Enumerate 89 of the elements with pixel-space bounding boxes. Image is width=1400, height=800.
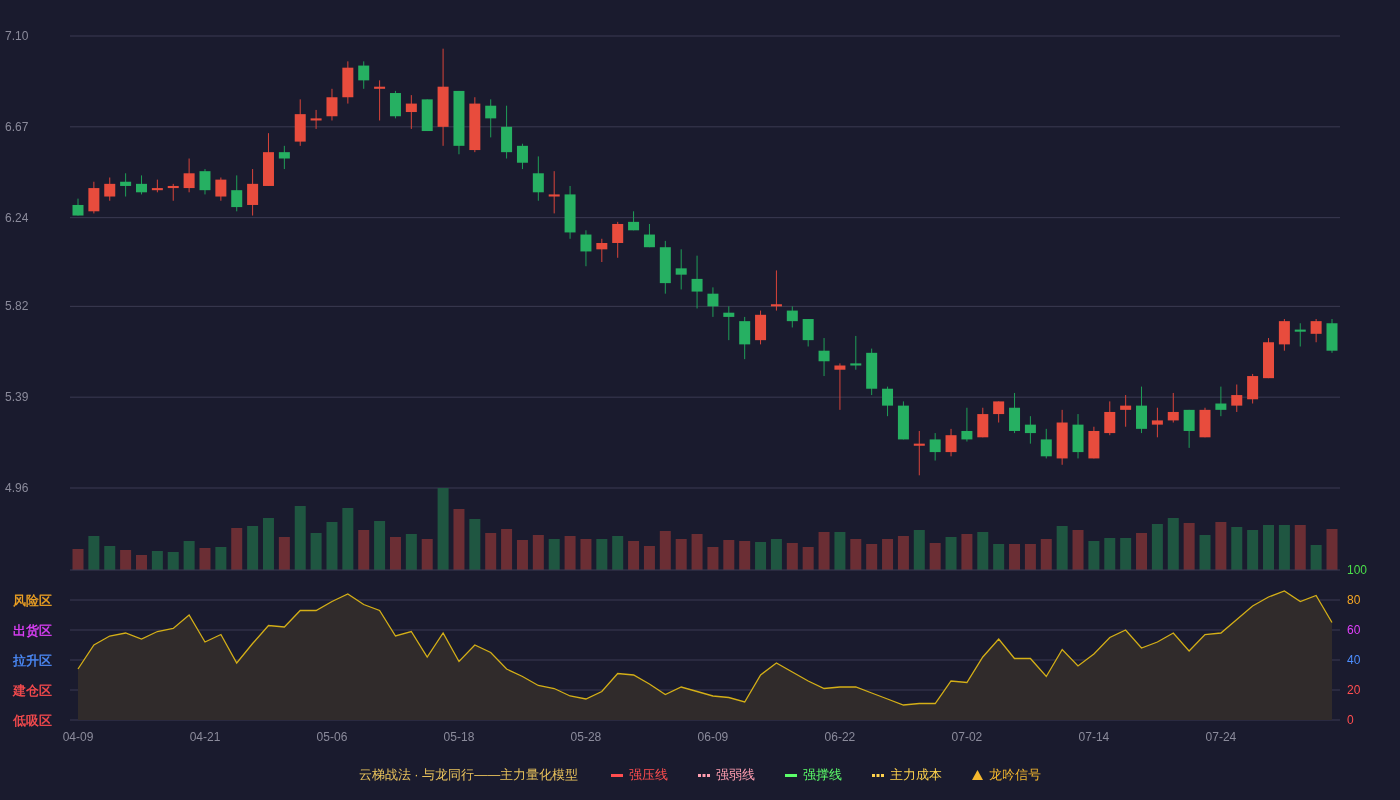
candlestick — [199, 168, 211, 195]
candlestick — [707, 286, 719, 318]
indicator-axis-label: 60 — [1347, 623, 1361, 637]
legend-item[interactable]: 强压线 — [611, 766, 669, 784]
zone-label: 风险区 — [13, 592, 52, 608]
candlestick — [1231, 384, 1243, 413]
candlestick — [612, 221, 624, 259]
candlestick — [183, 158, 195, 193]
candlestick — [1136, 386, 1148, 434]
candlestick — [786, 305, 798, 328]
candlestick — [1310, 318, 1322, 343]
price-axis-label: 6.24 — [5, 210, 29, 225]
candlestick — [802, 318, 814, 347]
candlestick — [532, 155, 544, 202]
candlestick — [1247, 373, 1259, 405]
candlestick — [691, 255, 703, 309]
candlestick — [1183, 409, 1195, 449]
legend-title: 云梯战法 · 与龙同行——主力量化模型 — [358, 766, 579, 784]
date-axis-label: 07-02 — [951, 730, 983, 744]
price-axis-label: 5.82 — [5, 299, 29, 314]
candlestick — [723, 305, 735, 341]
legend-item[interactable]: 龙吟信号 — [972, 766, 1042, 784]
legend-item[interactable]: 主力成本 — [872, 766, 943, 784]
zone-label: 出货区 — [13, 622, 52, 638]
candlestick — [278, 145, 290, 170]
candlestick — [834, 362, 846, 411]
candlestick — [818, 337, 830, 377]
candlestick — [1104, 400, 1116, 436]
indicator-axis-label: 40 — [1347, 653, 1361, 667]
zone-label: 建仓区 — [13, 682, 52, 698]
date-axis-label: 04-09 — [62, 730, 94, 744]
legend-item[interactable]: 强撑线 — [785, 766, 843, 784]
zone-label: 拉升区 — [13, 652, 52, 668]
candlestick — [247, 168, 259, 217]
candlestick — [1278, 318, 1290, 352]
candlestick — [516, 143, 528, 170]
price-axis-label: 4.96 — [5, 481, 29, 495]
candlestick — [1294, 322, 1306, 347]
candlestick — [1009, 392, 1021, 434]
candlestick — [993, 400, 1005, 424]
candlestick — [135, 174, 147, 195]
candlestick — [675, 248, 687, 290]
candlestick — [596, 238, 608, 263]
candlestick — [215, 177, 227, 202]
candlestick — [358, 60, 370, 90]
candlestick — [770, 269, 782, 312]
indicator-axis-label: 20 — [1347, 683, 1361, 697]
candlestick — [977, 407, 989, 438]
indicator-axis-label: 100 — [1347, 563, 1368, 577]
candlestick — [88, 181, 100, 214]
candlestick — [961, 407, 973, 443]
legend-item[interactable]: 强弱线 — [698, 766, 756, 784]
date-axis-label: 07-14 — [1078, 730, 1110, 744]
candlestick — [882, 386, 894, 417]
candlestick — [945, 428, 957, 457]
indicator-axis-label: 0 — [1347, 713, 1354, 727]
price-axis-label: 6.67 — [5, 119, 29, 134]
price-axis-label: 5.39 — [5, 390, 29, 405]
date-axis-label: 05-28 — [570, 730, 602, 744]
candlestick — [1120, 394, 1132, 428]
zone-label: 低吸区 — [13, 712, 52, 728]
candlestick — [374, 79, 386, 121]
candlestick — [389, 90, 401, 119]
candlestick — [913, 430, 925, 476]
date-axis-label: 06-09 — [697, 730, 729, 744]
date-axis-label: 05-06 — [316, 730, 348, 744]
candlestick — [850, 335, 862, 371]
candlestick — [1167, 392, 1179, 424]
candlestick — [548, 170, 560, 214]
date-axis-label: 04-21 — [189, 730, 221, 744]
candlestick — [405, 94, 417, 130]
candlestick — [1040, 428, 1052, 459]
candlestick — [580, 229, 592, 267]
date-axis-label: 06-22 — [824, 730, 856, 744]
candlestick — [310, 109, 322, 130]
candlestick — [1151, 407, 1163, 438]
date-axis-label: 07-24 — [1205, 730, 1237, 744]
indicator-axis-label: 80 — [1347, 593, 1361, 607]
price-axis-label: 7.10 — [5, 29, 29, 43]
candlestick — [1215, 386, 1227, 417]
candlestick — [739, 316, 751, 360]
candlestick — [1024, 415, 1036, 445]
candlestick — [929, 432, 941, 462]
candlestick — [326, 88, 338, 121]
candlestick — [104, 177, 116, 202]
date-axis-label: 05-18 — [443, 730, 475, 744]
candlestick — [231, 174, 243, 212]
candlestick — [485, 98, 497, 138]
candlestick — [120, 172, 132, 198]
